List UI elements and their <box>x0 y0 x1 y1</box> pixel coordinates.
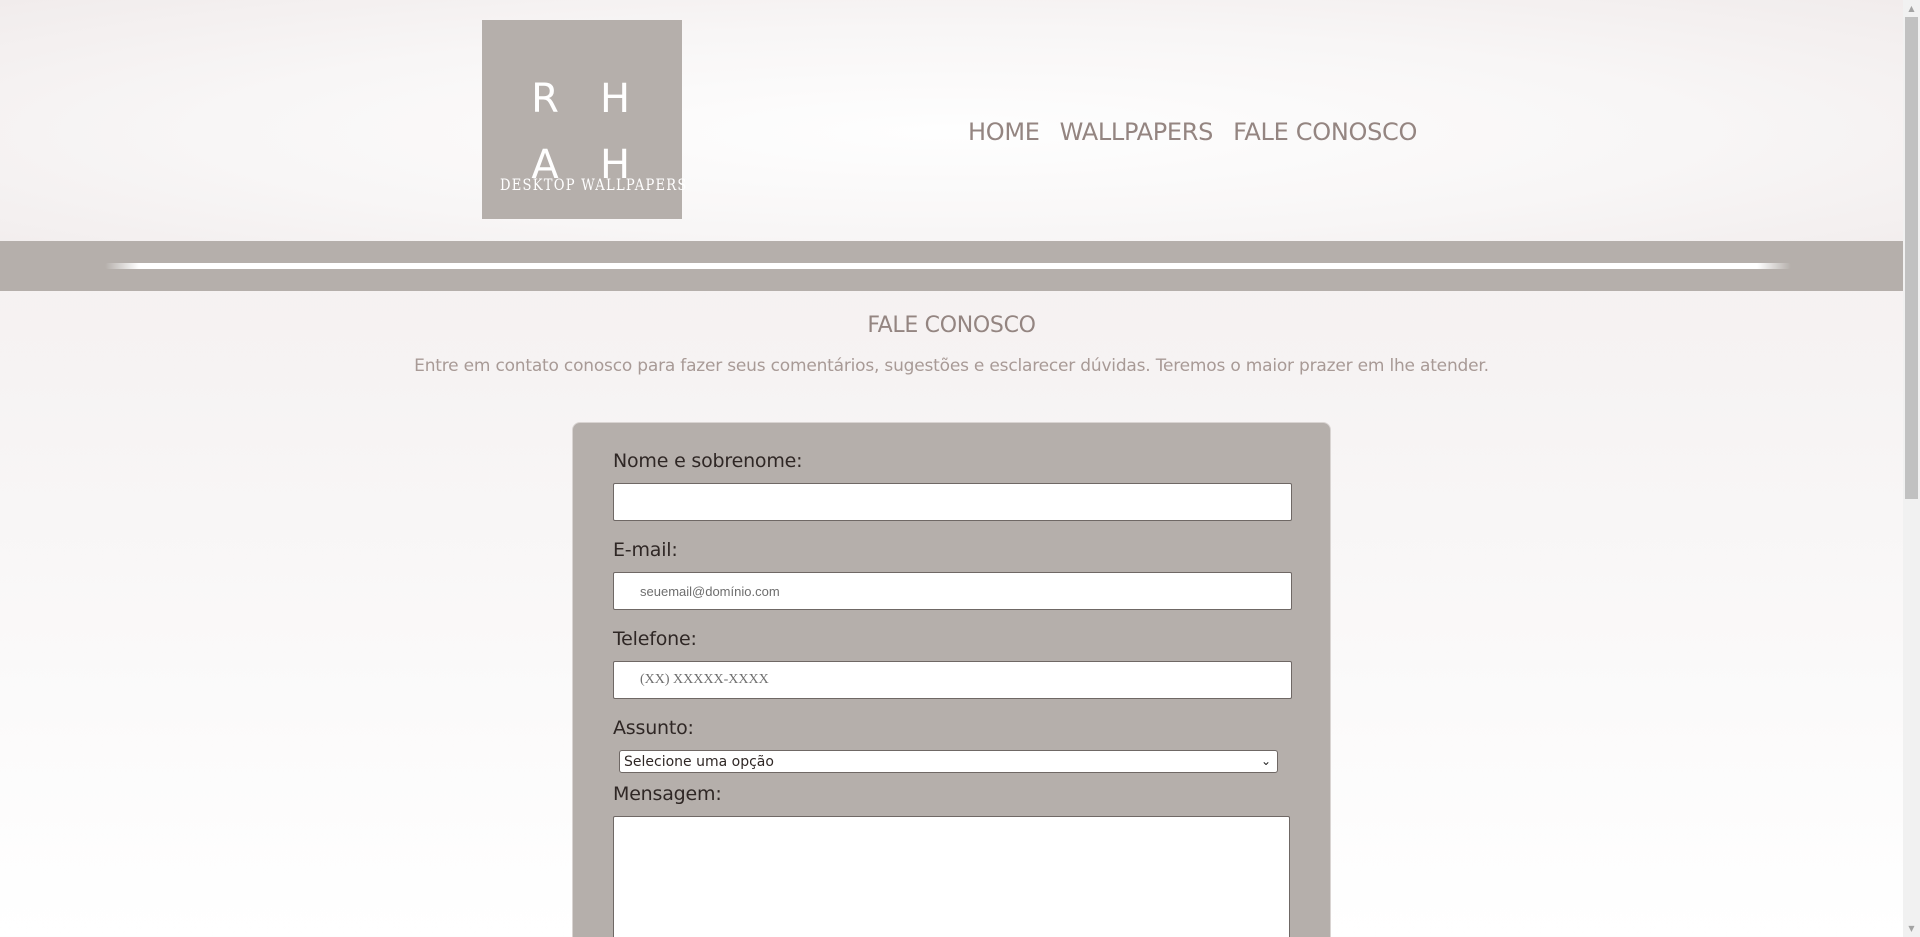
contact-form: Nome e sobrenome: E-mail: Telefone: Assu… <box>572 422 1331 937</box>
email-label: E-mail: <box>613 539 678 561</box>
subject-select[interactable]: Selecione uma opção ⌄ <box>619 750 1278 773</box>
divider-line <box>105 263 1791 269</box>
header-divider-band <box>0 241 1903 291</box>
name-input[interactable] <box>613 483 1292 521</box>
site-header: R H A H DESKTOP WALLPAPERS HOME WALLPAPE… <box>0 0 1903 241</box>
nav-home-link[interactable]: HOME <box>968 115 1040 149</box>
scroll-up-arrow-icon[interactable]: ▲ <box>1903 0 1920 17</box>
page-title: FALE CONOSCO <box>867 313 1036 338</box>
subject-label: Assunto: <box>613 717 694 739</box>
nav-wallpapers-link[interactable]: WALLPAPERS <box>1060 115 1214 149</box>
logo-subtitle: DESKTOP WALLPAPERS <box>500 175 688 194</box>
message-label: Mensagem: <box>613 783 722 805</box>
name-label: Nome e sobrenome: <box>613 450 803 472</box>
chevron-down-icon: ⌄ <box>1260 754 1271 768</box>
email-input[interactable] <box>613 572 1292 610</box>
scrollbar-thumb[interactable] <box>1905 17 1918 499</box>
site-logo[interactable]: R H A H DESKTOP WALLPAPERS <box>482 20 688 219</box>
message-textarea[interactable] <box>613 816 1290 937</box>
subject-selected-value: Selecione uma opção <box>624 754 774 770</box>
page-scrollbar[interactable]: ▲ ▼ <box>1903 0 1920 937</box>
nav-fale-conosco-link[interactable]: FALE CONOSCO <box>1233 115 1417 149</box>
phone-label: Telefone: <box>613 628 697 650</box>
logo-letter-h: H <box>599 76 631 122</box>
scroll-down-arrow-icon[interactable]: ▼ <box>1903 920 1920 937</box>
page-description: Entre em contato conosco para fazer seus… <box>414 356 1489 376</box>
main-nav: HOME WALLPAPERS FALE CONOSCO <box>968 115 1437 149</box>
logo-letter-r: R <box>531 76 559 122</box>
phone-input[interactable] <box>613 661 1292 699</box>
